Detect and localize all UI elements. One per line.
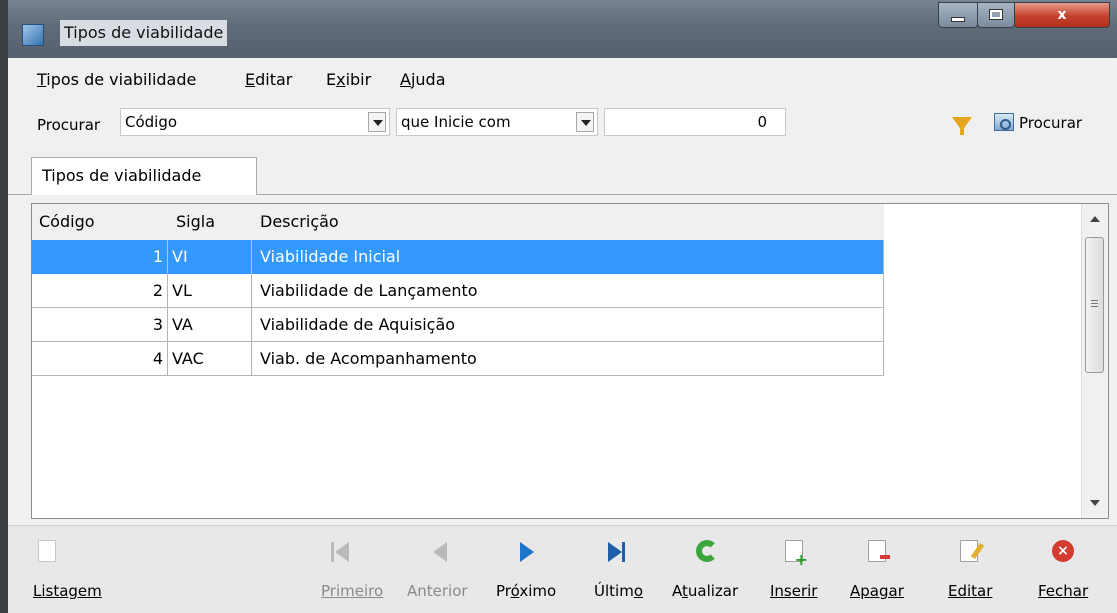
app-icon: [22, 24, 44, 46]
grip-icon: [1091, 300, 1098, 301]
search-bar: Procurar Código que Inicie com 0 Procura…: [8, 100, 1117, 144]
first-record-icon: [331, 540, 355, 564]
scrollbar-thumb[interactable]: [1085, 237, 1104, 373]
chevron-down-icon[interactable]: [576, 112, 594, 132]
previous-icon: [433, 542, 447, 562]
document-icon: [38, 540, 56, 562]
proximo-button[interactable]: Próximo: [492, 526, 568, 613]
fechar-button[interactable]: × Fechar: [1028, 526, 1098, 613]
edit-document-icon: [960, 540, 978, 562]
cell-sigla: VL: [168, 274, 252, 308]
listagem-label: Listagem: [33, 582, 102, 600]
atualizar-button[interactable]: Atualizar: [668, 526, 748, 613]
column-header-codigo[interactable]: Código: [39, 212, 95, 231]
menu-editar[interactable]: Editar: [245, 70, 292, 89]
cell-sigla: VAC: [168, 342, 252, 376]
chevron-down-icon[interactable]: [368, 112, 386, 132]
primeiro-label: Primeiro: [321, 582, 384, 600]
table-row[interactable]: 3 VA Viabilidade de Aquisição: [32, 308, 884, 342]
cell-sigla: VI: [168, 240, 252, 274]
minimize-button[interactable]: [938, 2, 978, 28]
cell-descricao: Viabilidade de Aquisição: [260, 315, 456, 334]
editar-label: Editar: [948, 582, 993, 600]
tab-panel: Código Sigla Descrição 1 VI Viabilidade …: [8, 194, 1117, 521]
window-title: Tipos de viabilidade: [60, 20, 228, 46]
column-header-sigla[interactable]: Sigla: [176, 212, 215, 231]
inserir-label: Inserir: [770, 582, 818, 600]
search-button-label: Procurar: [1019, 114, 1083, 132]
anterior-button[interactable]: Anterior: [403, 526, 479, 613]
editar-button[interactable]: Editar: [944, 526, 1000, 613]
atualizar-label: Atualizar: [672, 582, 739, 600]
column-header-descricao[interactable]: Descrição: [260, 212, 339, 231]
search-label: Procurar: [37, 116, 101, 134]
apagar-button[interactable]: Apagar: [846, 526, 912, 613]
menu-bar: Tipos de viabilidade Editar Exibir Ajuda: [8, 64, 1117, 94]
menu-tipos-de-viabilidade[interactable]: Tipos de viabilidade: [37, 70, 196, 89]
bottom-toolbar: Listagem Primeiro Anterior Próximo Últim…: [8, 525, 1117, 613]
cell-codigo: 4: [32, 342, 168, 376]
tab-tipos-de-viabilidade[interactable]: Tipos de viabilidade: [31, 157, 257, 195]
cell-descricao: Viabilidade Inicial: [260, 247, 401, 266]
maximize-icon: [989, 9, 1003, 20]
refresh-icon: [696, 540, 718, 562]
table-row[interactable]: 4 VAC Viab. de Acompanhamento: [32, 342, 884, 376]
search-condition-value: que Inicie com: [401, 113, 511, 131]
search-field-value: Código: [125, 113, 178, 131]
proximo-label: Próximo: [496, 582, 557, 600]
app-window: Tipos de viabilidade x Tipos de viabilid…: [8, 0, 1117, 613]
listagem-button[interactable]: Listagem: [28, 526, 108, 613]
cell-codigo: 2: [32, 274, 168, 308]
close-icon: ×: [1052, 540, 1074, 562]
menu-ajuda[interactable]: Ajuda: [400, 70, 446, 89]
cell-codigo: 3: [32, 308, 168, 342]
funnel-icon[interactable]: [952, 117, 972, 135]
last-record-icon: [608, 540, 632, 564]
cell-descricao: Viabilidade de Lançamento: [260, 281, 478, 300]
insert-document-icon: [785, 540, 808, 569]
table-row[interactable]: 1 VI Viabilidade Inicial: [32, 240, 884, 274]
next-icon: [520, 542, 534, 562]
delete-document-icon: [868, 540, 890, 562]
maximize-button[interactable]: [977, 2, 1015, 28]
close-window-button[interactable]: x: [1014, 2, 1110, 28]
ultimo-label: Último: [594, 582, 643, 600]
search-value-input[interactable]: 0: [604, 108, 786, 136]
anterior-label: Anterior: [407, 582, 468, 600]
minimize-icon: [951, 17, 965, 22]
scroll-down-icon[interactable]: [1090, 500, 1100, 506]
search-condition-select[interactable]: que Inicie com: [396, 108, 598, 136]
menu-exibir[interactable]: Exibir: [326, 70, 371, 89]
apagar-label: Apagar: [850, 582, 904, 600]
inserir-button[interactable]: Inserir: [766, 526, 826, 613]
table-header: Código Sigla Descrição: [32, 204, 884, 240]
cell-codigo: 1: [32, 240, 168, 274]
cell-descricao: Viab. de Acompanhamento: [260, 349, 477, 368]
search-field-select[interactable]: Código: [120, 108, 390, 136]
close-icon: x: [1057, 7, 1067, 23]
table-row[interactable]: 2 VL Viabilidade de Lançamento: [32, 274, 884, 308]
data-grid: Código Sigla Descrição 1 VI Viabilidade …: [31, 203, 1109, 519]
scroll-up-icon[interactable]: [1090, 216, 1100, 222]
primeiro-button[interactable]: Primeiro: [318, 526, 386, 613]
cell-sigla: VA: [168, 308, 252, 342]
ultimo-button[interactable]: Último: [586, 526, 646, 613]
tab-label: Tipos de viabilidade: [42, 166, 202, 185]
vertical-scrollbar[interactable]: [1081, 204, 1108, 518]
title-bar[interactable]: Tipos de viabilidade x: [8, 0, 1117, 58]
fechar-label: Fechar: [1038, 582, 1089, 600]
search-icon: [994, 113, 1014, 131]
